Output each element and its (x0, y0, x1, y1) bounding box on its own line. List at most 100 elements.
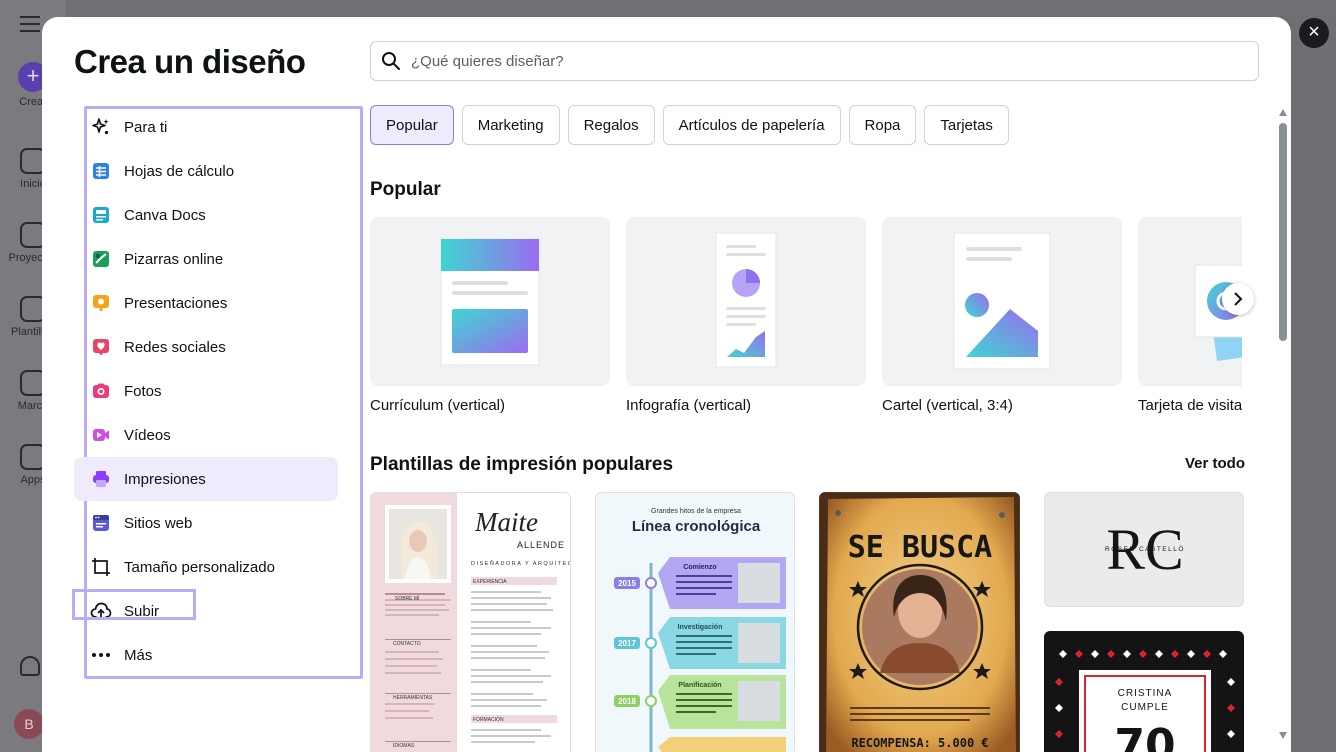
timeline-preview: Grandes hitos de la empresa Línea cronol… (614, 508, 786, 752)
sidebar-item-prints[interactable]: Impresiones (74, 457, 338, 501)
card-thumbnail (626, 217, 866, 386)
sidebar-item-presentations[interactable]: Presentaciones (74, 281, 338, 325)
chevron-right-icon (1234, 292, 1243, 306)
card-infographic[interactable]: Infografía (vertical) (626, 217, 866, 414)
popular-carousel: Currículum (vertical) Infografía (vertic… (370, 217, 1242, 427)
resume-section-label: FORMACIÓN (473, 716, 504, 723)
sidebar-item-more[interactable]: Más (74, 633, 338, 677)
birthday-line: CUMPLE (1121, 702, 1169, 713)
tab-stationery[interactable]: Artículos de papelería (662, 105, 841, 145)
timeline-year: 2017 (618, 639, 636, 648)
template-timeline[interactable]: Grandes hitos de la empresa Línea cronol… (595, 492, 795, 752)
resume-last-name: ALLENDE (517, 540, 565, 550)
sidebar-item-spreadsheets[interactable]: Hojas de cálculo (74, 149, 338, 193)
tab-clothing[interactable]: Ropa (848, 105, 917, 145)
category-tabs: Popular Marketing Regalos Artículos de p… (370, 105, 1009, 145)
sidebar-item-label: Más (124, 646, 153, 664)
resume-preview: Maite ALLENDE DISEÑADORA Y ARQUITECTA SO… (371, 493, 571, 752)
sidebar-item-social-media[interactable]: Redes sociales (74, 325, 338, 369)
sidebar-item-videos[interactable]: Vídeos (74, 413, 338, 457)
sidebar-item-label: Canva Docs (124, 206, 206, 224)
whiteboard-icon (90, 248, 112, 270)
custom-size-icon (90, 556, 112, 578)
card-business-card[interactable]: Tarjeta de visita (1138, 217, 1242, 414)
sidebar-item-label: Presentaciones (124, 294, 228, 312)
presentation-icon (90, 292, 112, 314)
sidebar-item-photos[interactable]: Fotos (74, 369, 338, 413)
resume-section-label: IDIOMAS (393, 743, 415, 749)
scroll-up-arrow-icon[interactable] (1279, 109, 1287, 116)
sidebar-item-canva-docs[interactable]: Canva Docs (74, 193, 338, 237)
avatar: B (14, 709, 44, 739)
sidebar-item-label: Fotos (124, 382, 162, 400)
sidebar-item-websites[interactable]: Sitios web (74, 501, 338, 545)
sidebar-item-custom-size[interactable]: Tamaño personalizado (74, 545, 338, 589)
timeline-title: Línea cronológica (632, 518, 761, 535)
popular-heading: Popular (370, 179, 441, 200)
bell-icon (20, 656, 40, 676)
timeline-kicker: Grandes hitos de la empresa (651, 508, 741, 515)
search-input[interactable] (411, 52, 1231, 70)
close-modal-button[interactable]: × (1299, 18, 1329, 48)
sidebar-item-label: Pizarras online (124, 250, 224, 268)
sidebar-item-whiteboards[interactable]: Pizarras online (74, 237, 338, 281)
logo-preview: RC ROSER CASTELLÓ (1105, 517, 1185, 582)
print-templates-heading: Plantillas de impresión populares (370, 454, 674, 475)
card-label: Cartel (vertical, 3:4) (882, 397, 1013, 414)
printer-icon (90, 468, 112, 490)
carousel-next-button[interactable] (1222, 283, 1254, 315)
sidebar-item-label: Redes sociales (124, 338, 226, 356)
timeline-year: 2015 (618, 579, 636, 588)
scrollbar[interactable] (1279, 109, 1287, 739)
resume-section-label: HERRAMIENTAS (393, 695, 433, 701)
card-thumbnail (882, 217, 1122, 386)
sidebar-item-label: Hojas de cálculo (124, 162, 235, 180)
birthday-preview: CRISTINA CUMPLE 70 (1045, 632, 1243, 752)
logo-name: ROSER CASTELLÓ (1105, 544, 1185, 553)
camera-icon (90, 380, 112, 402)
template-birthday[interactable]: CRISTINA CUMPLE 70 (1044, 631, 1244, 752)
search-icon (382, 52, 400, 70)
resume-first-name: Maite (474, 507, 538, 537)
more-dots-icon (90, 644, 112, 666)
tab-marketing[interactable]: Marketing (461, 105, 560, 145)
sidebar-item-label: Tamaño personalizado (124, 558, 275, 576)
scroll-down-arrow-icon[interactable] (1279, 732, 1287, 739)
timeline-year: 2018 (618, 697, 636, 706)
tab-gifts[interactable]: Regalos (567, 105, 655, 145)
birthday-number: 70 (1114, 720, 1175, 752)
sidebar-item-label: Sitios web (124, 514, 193, 532)
sidebar-item-upload[interactable]: Subir (72, 589, 338, 633)
card-poster[interactable]: Cartel (vertical, 3:4) (882, 217, 1122, 414)
sidebar-item-label: Vídeos (124, 426, 171, 444)
resume-role: DISEÑADORA Y ARQUITECTA (471, 560, 571, 567)
background-topbar (66, 0, 1336, 16)
template-resume[interactable]: Maite ALLENDE DISEÑADORA Y ARQUITECTA SO… (370, 492, 571, 752)
wanted-poster-preview: SE BUSCA RECOMPENSA: 5.000 € (820, 493, 1019, 752)
search-box[interactable] (370, 41, 1259, 81)
close-icon: × (1308, 21, 1320, 43)
card-label: Currículum (vertical) (370, 397, 506, 414)
card-resume[interactable]: Currículum (vertical) (370, 217, 610, 414)
template-wanted-poster[interactable]: SE BUSCA RECOMPENSA: 5.000 € (819, 492, 1020, 752)
category-sidebar: Para ti Hojas de cálculo Canva Docs Piza… (72, 105, 338, 677)
sidebar-item-label: Impresiones (124, 470, 206, 488)
see-all-link[interactable]: Ver todo (1185, 455, 1245, 472)
template-logo[interactable]: RC ROSER CASTELLÓ (1044, 492, 1244, 607)
timeline-entry-title: Investigación (678, 624, 723, 631)
scrollbar-thumb[interactable] (1279, 123, 1287, 341)
menu-icon (20, 16, 40, 32)
resume-section-label: SOBRE MÍ (395, 595, 420, 602)
docs-icon (90, 204, 112, 226)
card-label: Tarjeta de visita (1138, 397, 1242, 414)
tab-cards[interactable]: Tarjetas (924, 105, 1009, 145)
website-icon (90, 512, 112, 534)
spreadsheet-icon (90, 160, 112, 182)
card-thumbnail (370, 217, 610, 386)
timeline-entry-title: Planificación (678, 682, 721, 689)
timeline-entry-title: Comienzo (683, 564, 716, 571)
tab-popular[interactable]: Popular (370, 105, 454, 145)
modal-title: Crea un diseño (74, 43, 306, 80)
sidebar-item-label: Para ti (124, 118, 168, 136)
sidebar-item-for-you[interactable]: Para ti (74, 105, 338, 149)
